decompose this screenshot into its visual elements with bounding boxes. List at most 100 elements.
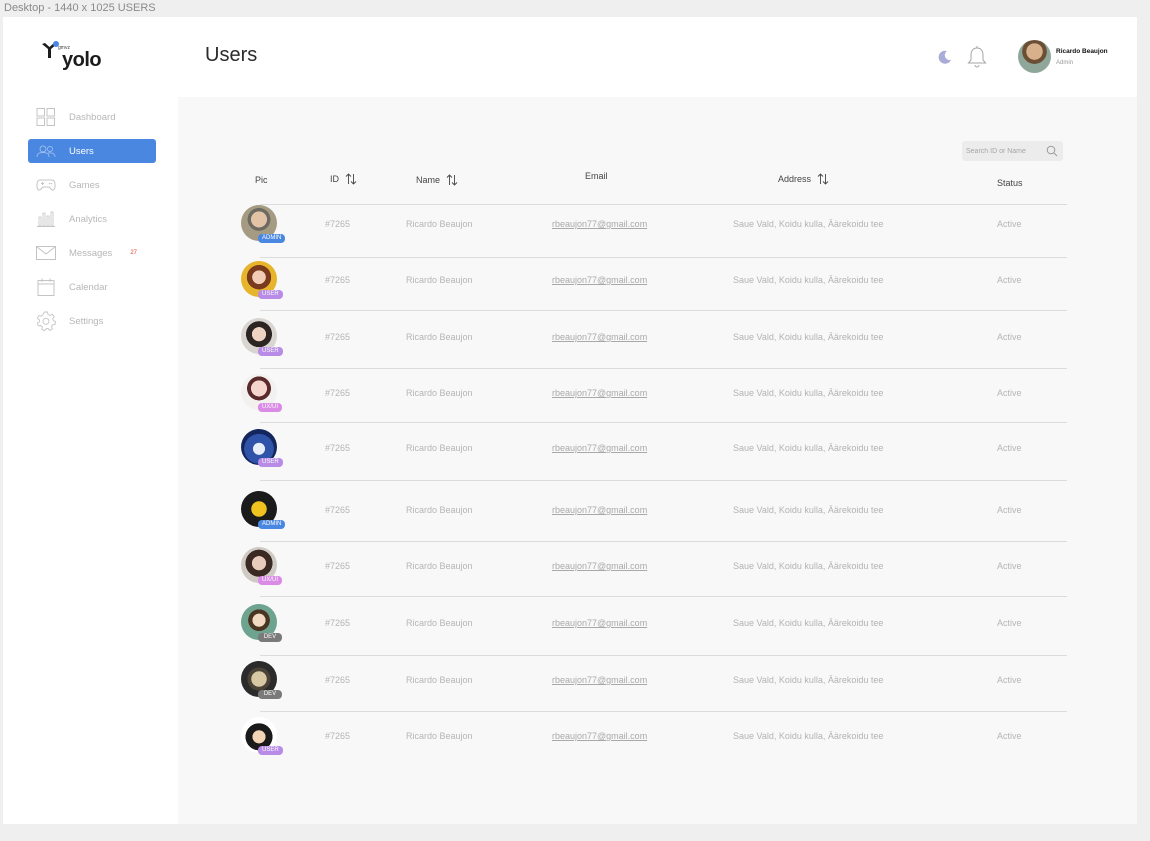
user-address-cell: Saue Vald, Koidu kulla, Äärekoidu tee	[733, 675, 884, 685]
user-address-cell: Saue Vald, Koidu kulla, Äärekoidu tee	[733, 219, 884, 229]
sidebar-item-label: Settings	[69, 315, 104, 327]
user-status-cell: Active	[997, 219, 1022, 229]
calendar-icon	[36, 278, 56, 296]
sidebar-item-analytics[interactable]: Analytics	[28, 207, 156, 231]
user-id-cell: #7265	[325, 561, 351, 571]
row-divider	[260, 596, 1067, 597]
sidebar-item-calendar[interactable]: Calendar	[28, 275, 156, 299]
search-box[interactable]	[962, 141, 1063, 161]
user-email-link[interactable]: rbeaujon77@gmail.com	[552, 332, 647, 342]
sort-icon[interactable]	[817, 173, 829, 185]
user-id-cell: #7265	[325, 275, 351, 285]
sort-icon[interactable]	[345, 173, 357, 185]
sidebar-item-games[interactable]: Games	[28, 173, 156, 197]
role-badge: DEV	[258, 690, 282, 699]
user-email-link[interactable]: rbeaujon77@gmail.com	[552, 675, 647, 685]
user-status-cell: Active	[997, 443, 1022, 453]
bar-chart-icon	[36, 210, 56, 228]
current-user-role: Admin	[1056, 60, 1074, 66]
gamepad-icon	[36, 176, 56, 194]
user-avatar[interactable]: USER	[241, 429, 283, 467]
row-divider	[260, 257, 1067, 258]
user-avatar[interactable]: ADMIN	[241, 205, 286, 243]
user-avatar[interactable]: DEV	[241, 661, 282, 699]
user-id-cell: #7265	[325, 675, 351, 685]
current-user-name: Ricardo Beaujon	[1056, 48, 1108, 55]
sidebar-item-label: Users	[69, 145, 94, 157]
user-avatar[interactable]: DEV	[241, 604, 282, 642]
user-avatar[interactable]: USER	[241, 261, 283, 299]
user-name-cell: Ricardo Beaujon	[406, 561, 473, 571]
column-header-name[interactable]: Name	[416, 174, 458, 186]
user-status-cell: Active	[997, 275, 1022, 285]
user-status-cell: Active	[997, 332, 1022, 342]
sidebar-item-label: Messages	[69, 247, 113, 259]
brand-sub: gmvz	[58, 45, 70, 51]
user-name-cell: Ricardo Beaujon	[406, 332, 473, 342]
user-name-cell: Ricardo Beaujon	[406, 731, 473, 741]
user-email-link[interactable]: rbeaujon77@gmail.com	[552, 561, 647, 571]
user-address-cell: Saue Vald, Koidu kulla, Äärekoidu tee	[733, 332, 884, 342]
role-badge: USER	[258, 746, 283, 755]
role-badge: UX/UI	[258, 576, 283, 585]
sidebar-item-dashboard[interactable]: Dashboard	[28, 105, 156, 129]
sidebar-item-users[interactable]: Users	[28, 139, 156, 163]
user-id-cell: #7265	[325, 731, 351, 741]
user-name-cell: Ricardo Beaujon	[406, 275, 473, 285]
frame-label: Desktop - 1440 x 1025 USERS	[4, 2, 156, 14]
search-input[interactable]	[966, 144, 1044, 158]
user-avatar[interactable]: UX/UI	[241, 374, 283, 412]
role-badge: ADMIN	[258, 520, 286, 529]
user-avatar[interactable]: ADMIN	[241, 491, 286, 529]
row-divider	[260, 204, 1067, 205]
column-header-status: Status	[997, 178, 1023, 188]
user-avatar[interactable]	[1018, 40, 1051, 73]
user-email-link[interactable]: rbeaujon77@gmail.com	[552, 618, 647, 628]
main-content: Pic ID Name Email Address Status ADMIN #7…	[178, 97, 1137, 824]
user-email-link[interactable]: rbeaujon77@gmail.com	[552, 219, 647, 229]
logo[interactable]: yolo	[40, 41, 102, 71]
user-avatar[interactable]: UX/UI	[241, 547, 283, 585]
column-header-address[interactable]: Address	[778, 173, 829, 185]
brand-name: yolo	[62, 49, 102, 71]
sidebar-item-label: Dashboard	[69, 111, 116, 123]
moon-icon[interactable]	[937, 49, 953, 65]
gear-icon	[36, 311, 56, 331]
sidebar-item-settings[interactable]: Settings	[28, 309, 156, 333]
column-header-label: ID	[330, 174, 339, 184]
row-divider	[260, 480, 1067, 481]
role-badge: USER	[258, 290, 283, 299]
top-header: yolo gmvz Users Ricardo Beaujon Admin	[3, 17, 1137, 97]
user-status-cell: Active	[997, 675, 1022, 685]
user-email-link[interactable]: rbeaujon77@gmail.com	[552, 275, 647, 285]
column-header-label: Pic	[255, 175, 268, 185]
user-avatar[interactable]: USER	[241, 717, 283, 755]
bell-icon[interactable]	[966, 45, 988, 69]
column-header-label: Name	[416, 175, 441, 185]
user-status-cell: Active	[997, 388, 1022, 398]
user-status-cell: Active	[997, 505, 1022, 515]
user-id-cell: #7265	[325, 443, 351, 453]
user-email-link[interactable]: rbeaujon77@gmail.com	[552, 443, 647, 453]
sidebar-item-messages[interactable]: Messages 27	[28, 241, 156, 265]
user-id-cell: #7265	[325, 219, 351, 229]
sort-icon[interactable]	[446, 174, 458, 186]
user-address-cell: Saue Vald, Koidu kulla, Äärekoidu tee	[733, 561, 884, 571]
envelope-icon	[36, 244, 56, 262]
user-name-cell: Ricardo Beaujon	[406, 388, 473, 398]
app-window: yolo gmvz Users Ricardo Beaujon Admin Da…	[3, 17, 1137, 824]
role-badge: DEV	[258, 633, 282, 642]
column-header-label: Address	[778, 174, 812, 184]
search-icon[interactable]	[1046, 145, 1058, 157]
row-divider	[260, 655, 1067, 656]
column-header-label: Status	[997, 178, 1023, 188]
user-email-link[interactable]: rbeaujon77@gmail.com	[552, 731, 647, 741]
user-email-link[interactable]: rbeaujon77@gmail.com	[552, 388, 647, 398]
column-header-id[interactable]: ID	[330, 173, 357, 185]
row-divider	[260, 711, 1067, 712]
user-email-link[interactable]: rbeaujon77@gmail.com	[552, 505, 647, 515]
user-name-cell: Ricardo Beaujon	[406, 505, 473, 515]
user-avatar[interactable]: USER	[241, 318, 283, 356]
sidebar-item-label: Analytics	[69, 213, 108, 225]
user-id-cell: #7265	[325, 505, 351, 515]
